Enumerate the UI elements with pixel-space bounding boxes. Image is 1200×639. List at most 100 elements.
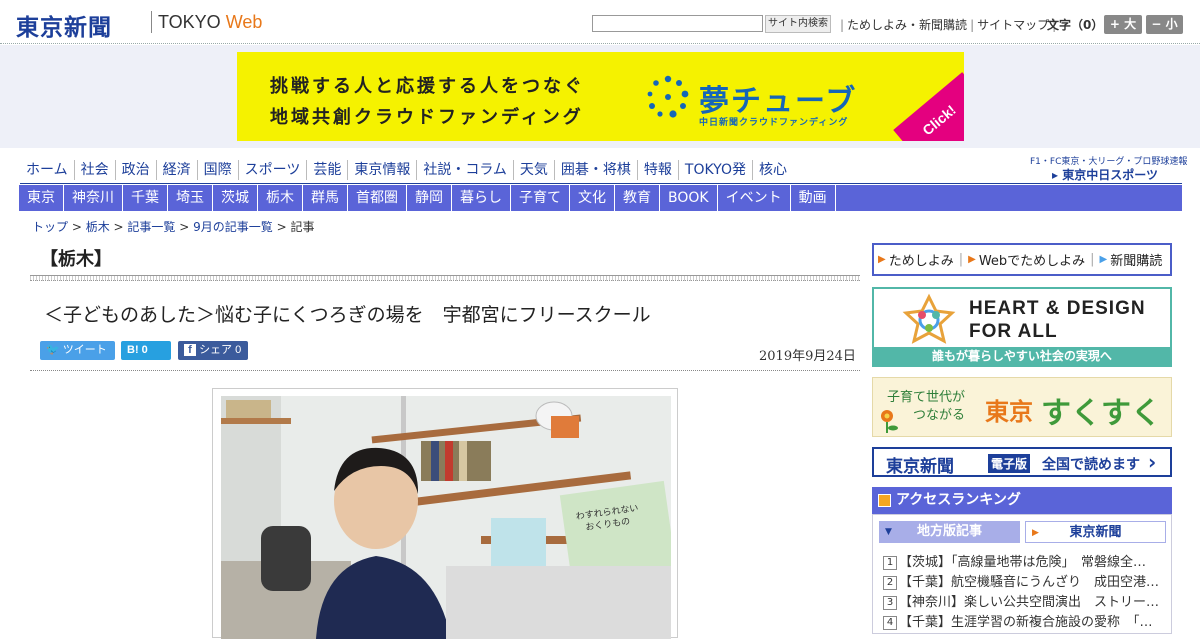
yume-tube-dots-icon [647, 75, 689, 118]
ranking-item[interactable]: 2 【千葉】航空機騒音にうんざり 成田空港… [883, 571, 1165, 590]
chunichi-sports-name: 東京中日スポーツ [1062, 168, 1158, 182]
region-shizuoka[interactable]: 静岡 [407, 185, 452, 211]
article-photo: わすれられない おくりもの [221, 396, 671, 639]
region-gunma[interactable]: 群馬 [303, 185, 348, 211]
nav-society[interactable]: 社会 [75, 160, 116, 180]
banner-line2: 地域共創クラウドファンディング [270, 107, 584, 128]
ranking-number: 2 [883, 576, 897, 590]
twitter-icon: 🐦 [46, 344, 60, 356]
arrow-right-icon: ▶ [878, 254, 886, 265]
ranking-number: 3 [883, 596, 897, 610]
sukusuku-sub1: 子育て世代が [887, 390, 966, 405]
banner-line1: 挑戦する人と応援する人をつなぐ [270, 76, 585, 97]
breadcrumb: トップ > 栃木 > 記事一覧 > 9月の記事一覧 > 記事 [32, 220, 315, 234]
ranking-tab-local-label: 地方版記事 [916, 524, 982, 539]
hatena-bookmark-button[interactable]: B! 0 [121, 341, 171, 360]
font-bigger-button[interactable]: + 大 [1104, 15, 1142, 34]
breadcrumb-tochigi[interactable]: 栃木 [86, 220, 110, 234]
nav-special[interactable]: 特報 [638, 160, 679, 180]
nav-parenting[interactable]: 子育て [511, 185, 570, 211]
ranking-square-icon [878, 494, 891, 507]
arrow-right-icon: ▶ [968, 254, 976, 265]
tokyo-web-prefix: TOKYO [158, 12, 221, 32]
nav-sports[interactable]: スポーツ [239, 160, 308, 180]
region-shutoken[interactable]: 首都圏 [348, 185, 407, 211]
ranking-number: 1 [883, 556, 897, 570]
web-trial-link[interactable]: Webでためしよみ [979, 250, 1085, 269]
region-tochigi[interactable]: 栃木 [258, 185, 303, 211]
tokyo-web-suffix: Web [225, 12, 263, 32]
region-chiba[interactable]: 千葉 [123, 185, 168, 211]
region-kanagawa[interactable]: 神奈川 [64, 185, 123, 211]
nav-tokyo-info[interactable]: 東京情報 [348, 160, 418, 180]
region-tokyo[interactable]: 東京 [19, 185, 64, 211]
article-date: 2019年9月24日 [759, 349, 856, 364]
tokyo-sukusuku-banner[interactable]: 子育て世代が つながる 東京 すくすく [872, 377, 1172, 437]
chevron-right-icon: › [1148, 450, 1157, 474]
site-search-button[interactable]: サイト内検索 [765, 15, 831, 33]
breadcrumb-month-list[interactable]: 9月の記事一覧 [193, 220, 273, 234]
heart-title-line1: HEART & DESIGN [969, 298, 1146, 319]
font-smaller-button[interactable]: − 小 [1146, 15, 1183, 34]
nav-entertainment[interactable]: 芸能 [307, 160, 349, 180]
nav-book[interactable]: BOOK [660, 185, 718, 211]
nav-tokyo-hatsu[interactable]: TOKYO発 [679, 160, 753, 180]
sukusuku-brand-name: すくすく [1041, 396, 1161, 431]
tweet-button[interactable]: 🐦 ツイート [40, 341, 115, 360]
ranking-tab-local[interactable]: ▼ 地方版記事 [879, 521, 1020, 543]
nav-politics[interactable]: 政治 [116, 160, 157, 180]
breadcrumb-current: 記事 [290, 220, 315, 234]
heart-flower-icon [902, 293, 956, 344]
nav-culture[interactable]: 文化 [570, 185, 615, 211]
facebook-share-label: シェア 0 [199, 344, 242, 356]
subscribe-link[interactable]: 新聞購読 [1110, 250, 1162, 269]
digital-edition-banner[interactable]: 東京新聞 電子版 全国で読めます › [872, 447, 1172, 477]
site-logo[interactable]: 東京新聞 [16, 8, 112, 42]
ranking-panel: ▼ 地方版記事 ▶ 東京新聞 1 【茨城】「高線量地帯は危険」 常磐線全… 2 【千葉】… [872, 514, 1172, 634]
nav-education[interactable]: 教育 [615, 185, 660, 211]
ranking-item[interactable]: 3 【神奈川】楽しい公共空間演出 ストリー… [883, 591, 1165, 610]
nav-core[interactable]: 核心 [753, 160, 793, 180]
link-divider: | [1090, 252, 1095, 267]
banner-area: 挑戦する人と応援する人をつなぐ 地域共創クラウドファンディング 夢チューブ 中日… [0, 45, 1200, 148]
trial-subscribe-link[interactable]: ためしよみ・新聞購読 [847, 18, 967, 32]
nav-international[interactable]: 国際 [198, 160, 239, 180]
heart-title-line2: FOR ALL [969, 321, 1058, 342]
tweet-label: ツイート [62, 344, 107, 356]
chunichi-sports-logo[interactable]: ▸ 東京中日スポーツ [1052, 166, 1158, 183]
ranking-item[interactable]: 4 【千葉】生涯学習の新複合施設の愛称 「… [883, 611, 1165, 630]
ranking-tab-tokyo-label: 東京新聞 [1069, 525, 1122, 540]
digital-edition-text: 全国で読めます [1042, 457, 1140, 473]
nav-go-shogi[interactable]: 囲碁・将棋 [555, 160, 638, 180]
sitemap-link[interactable]: サイトマップ [977, 18, 1049, 32]
link-divider: | [958, 252, 964, 267]
nav-event[interactable]: イベント [718, 185, 791, 211]
nav-video[interactable]: 動画 [791, 185, 836, 211]
nav-editorial[interactable]: 社説・コラム [417, 160, 514, 180]
region-ibaraki[interactable]: 茨城 [213, 185, 258, 211]
ranking-text: 【千葉】生涯学習の新複合施設の愛称 「… [899, 615, 1153, 630]
nav-weather[interactable]: 天気 [514, 160, 555, 180]
section-title: 【栃木】 [40, 249, 112, 270]
primary-nav: ホーム 社会 政治 経済 国際 スポーツ 芸能 東京情報 社説・コラム 天気 囲… [20, 160, 793, 180]
ranking-item[interactable]: 1 【茨城】「高線量地帯は危険」 常磐線全… [883, 551, 1165, 570]
heart-design-banner[interactable]: HEART & DESIGN FOR ALL 誰もが暮らしやすい社会の実現へ [872, 287, 1172, 367]
nav-underline [20, 183, 1182, 184]
nav-economy[interactable]: 経済 [157, 160, 198, 180]
nav-home[interactable]: ホーム [20, 160, 75, 180]
ranking-tab-tokyo[interactable]: ▶ 東京新聞 [1025, 521, 1166, 543]
tokyo-web-logo[interactable]: TOKYO Web [158, 12, 262, 33]
facebook-share-button[interactable]: f シェア 0 [178, 341, 248, 360]
site-search-input[interactable] [592, 15, 763, 32]
region-saitama[interactable]: 埼玉 [168, 185, 213, 211]
breadcrumb-top[interactable]: トップ [32, 220, 68, 234]
breadcrumb-article-list[interactable]: 記事一覧 [127, 220, 175, 234]
article-divider [30, 370, 860, 371]
ranking-number: 4 [883, 616, 897, 630]
section-divider [30, 275, 860, 281]
nav-living[interactable]: 暮らし [452, 185, 511, 211]
yume-tube-banner[interactable]: 挑戦する人と応援する人をつなぐ 地域共創クラウドファンディング 夢チューブ 中日… [237, 52, 964, 141]
sukusuku-sub2: つながる [913, 408, 966, 423]
trial-link[interactable]: ためしよみ [889, 250, 954, 269]
ranking-text: 【茨城】「高線量地帯は危険」 常磐線全… [899, 555, 1147, 570]
